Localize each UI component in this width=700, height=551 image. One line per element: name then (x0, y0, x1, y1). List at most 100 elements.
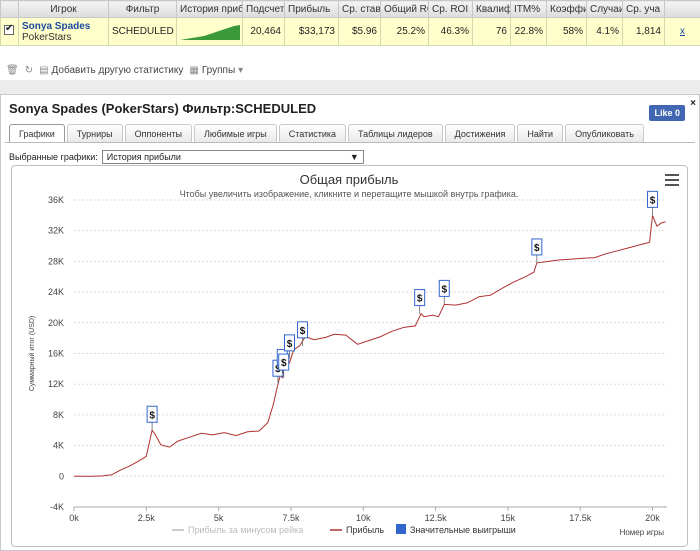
y-tick-label: 28K (48, 256, 64, 266)
legend-bigwins-label: Значительные выигрыши (410, 525, 516, 535)
filter-cell: SCHEDULED (108, 17, 177, 46)
tab-charts[interactable]: Графики (9, 124, 65, 142)
chevron-down-icon: ▾ (238, 64, 244, 76)
player-cell[interactable]: Sonya Spades PokerStars (18, 17, 109, 46)
col-avg-field[interactable]: Ср. уча (622, 0, 665, 18)
big-win-marker-label: $ (417, 294, 423, 305)
panel-header: Sonya Spades (PokerStars) Фильтр:SCHEDUL… (1, 95, 699, 121)
col-count[interactable]: Подсчет (242, 0, 285, 18)
chart-container[interactable]: Общая прибыль Чтобы увеличить изображение… (11, 165, 688, 547)
col-total-roi[interactable]: Общий ROI (380, 0, 429, 18)
chart-selector: Выбранные графики: История прибыли ▼ (9, 150, 364, 164)
profit-sparkline (180, 24, 240, 40)
avg-roi-cell: 46.3% (428, 17, 473, 46)
col-qualif[interactable]: Квалиф (472, 0, 511, 18)
chart-title: Общая прибыль (300, 172, 399, 187)
itm-cell: 22.8% (510, 17, 547, 46)
tab-achievements[interactable]: Достижения (444, 124, 516, 142)
hamburger-menu-icon[interactable] (665, 174, 679, 186)
col-profit-history[interactable]: История прибыл (176, 0, 243, 18)
legend-bigwins-swatch (396, 524, 406, 534)
y-tick-label: 0 (59, 471, 64, 481)
col-select[interactable] (0, 0, 19, 18)
close-icon[interactable]: × (690, 98, 696, 109)
refresh-icon[interactable]: ↻ (25, 65, 33, 76)
row-checkbox-cell[interactable] (0, 17, 19, 46)
add-column-icon: ▤ (39, 64, 49, 76)
x-tick-label: 5k (214, 513, 224, 523)
col-player[interactable]: Игрок (18, 0, 109, 18)
x-tick-label: 7.5k (282, 513, 300, 523)
big-win-marker-label: $ (534, 243, 540, 254)
col-profit[interactable]: Прибыль (284, 0, 339, 18)
player-panel: Sonya Spades (PokerStars) Фильтр:SCHEDUL… (0, 94, 700, 551)
row-checkbox[interactable] (4, 23, 14, 35)
col-coeff[interactable]: Коэффи (546, 0, 587, 18)
player-site: PokerStars (22, 31, 72, 43)
extra-cell[interactable]: x (664, 17, 700, 46)
separator-band (0, 80, 700, 94)
panel-tabs: Графики Турниры Оппоненты Любимые игры С… (9, 124, 644, 142)
stats-toolbar: 🗑 ↻ ▤ Добавить другую статистику ▦ Групп… (0, 62, 700, 78)
groups-label: Группы (201, 64, 236, 76)
table-row[interactable]: Sonya Spades PokerStars SCHEDULED 20,464… (0, 17, 700, 46)
cases-cell: 4.1% (586, 17, 623, 46)
chart-select-value: История прибыли (106, 152, 181, 162)
tab-opponents[interactable]: Оппоненты (124, 124, 192, 142)
x-tick-label: 2.5k (138, 513, 156, 523)
y-tick-label: 8K (53, 410, 64, 420)
x-tick-label: 0k (69, 513, 79, 523)
sparkline-cell (176, 17, 243, 46)
legend-profit-label: Прибыль (346, 525, 384, 535)
trash-icon[interactable]: 🗑 (6, 65, 19, 76)
avg-field-cell: 1,814 (622, 17, 665, 46)
facebook-like-button[interactable]: Like 0 (649, 105, 685, 121)
big-win-marker-label: $ (287, 339, 293, 350)
y-axis-title: Суммарный итог (USD) (28, 316, 36, 392)
tab-find[interactable]: Найти (517, 124, 564, 142)
y-tick-label: 24K (48, 287, 64, 297)
tab-statistics[interactable]: Статистика (278, 124, 347, 142)
chart-select[interactable]: История прибыли ▼ (101, 150, 364, 164)
x-tick-label: 15k (501, 513, 516, 523)
col-itm[interactable]: ITM% (510, 0, 547, 18)
tab-leaderboards[interactable]: Таблицы лидеров (348, 124, 443, 142)
y-tick-label: 4K (53, 441, 64, 451)
col-cases[interactable]: Случаи (586, 0, 623, 18)
big-win-marker-label: $ (281, 358, 287, 369)
x-tick-label: 20k (645, 513, 660, 523)
y-tick-label: 32K (48, 226, 64, 236)
add-stat-label: Добавить другую статистику (51, 64, 184, 76)
big-win-marker-label: $ (149, 410, 155, 421)
total-roi-cell: 25.2% (380, 17, 429, 46)
big-win-marker-label: $ (300, 326, 306, 337)
player-name-link[interactable]: Sonya Spades (22, 21, 105, 32)
count-cell: 20,464 (242, 17, 285, 46)
profit-cell: $33,173 (284, 17, 339, 46)
col-avg-stake[interactable]: Ср. ставк (338, 0, 381, 18)
x-axis-title: Номер игры (620, 528, 665, 537)
tab-favorite-games[interactable]: Любимые игры (193, 124, 277, 142)
col-avg-roi[interactable]: Ср. ROI (428, 0, 473, 18)
chart-selector-label: Выбранные графики: (9, 152, 98, 162)
like-label: Like 0 (654, 108, 680, 118)
y-tick-label: 16K (48, 349, 64, 359)
avg-stake-cell: $5.96 (338, 17, 381, 46)
profit-chart[interactable]: Общая прибыль Чтобы увеличить изображение… (12, 166, 687, 546)
table-header-row: Игрок Фильтр История прибыл Подсчет Приб… (0, 0, 700, 18)
chart-subtitle: Чтобы увеличить изображение, кликните и … (180, 189, 519, 199)
qualif-cell: 76 (472, 17, 511, 46)
series-line-profit (74, 215, 666, 477)
stats-table: Игрок Фильтр История прибыл Подсчет Приб… (0, 0, 700, 46)
tab-tournaments[interactable]: Турниры (66, 124, 123, 142)
col-filter[interactable]: Фильтр (108, 0, 177, 18)
x-tick-label: 10k (356, 513, 371, 523)
legend-rake-label: Прибыль за минусом рейка (188, 525, 303, 535)
groups-dropdown[interactable]: ▦ Группы ▾ (189, 65, 243, 76)
tab-publish[interactable]: Опубликовать (565, 124, 644, 142)
y-tick-label: 36K (48, 195, 64, 205)
add-stat-button[interactable]: ▤ Добавить другую статистику (39, 65, 183, 76)
y-tick-label: 12K (48, 379, 64, 389)
y-tick-label: 20K (48, 318, 64, 328)
extra-link[interactable]: x (680, 26, 685, 37)
